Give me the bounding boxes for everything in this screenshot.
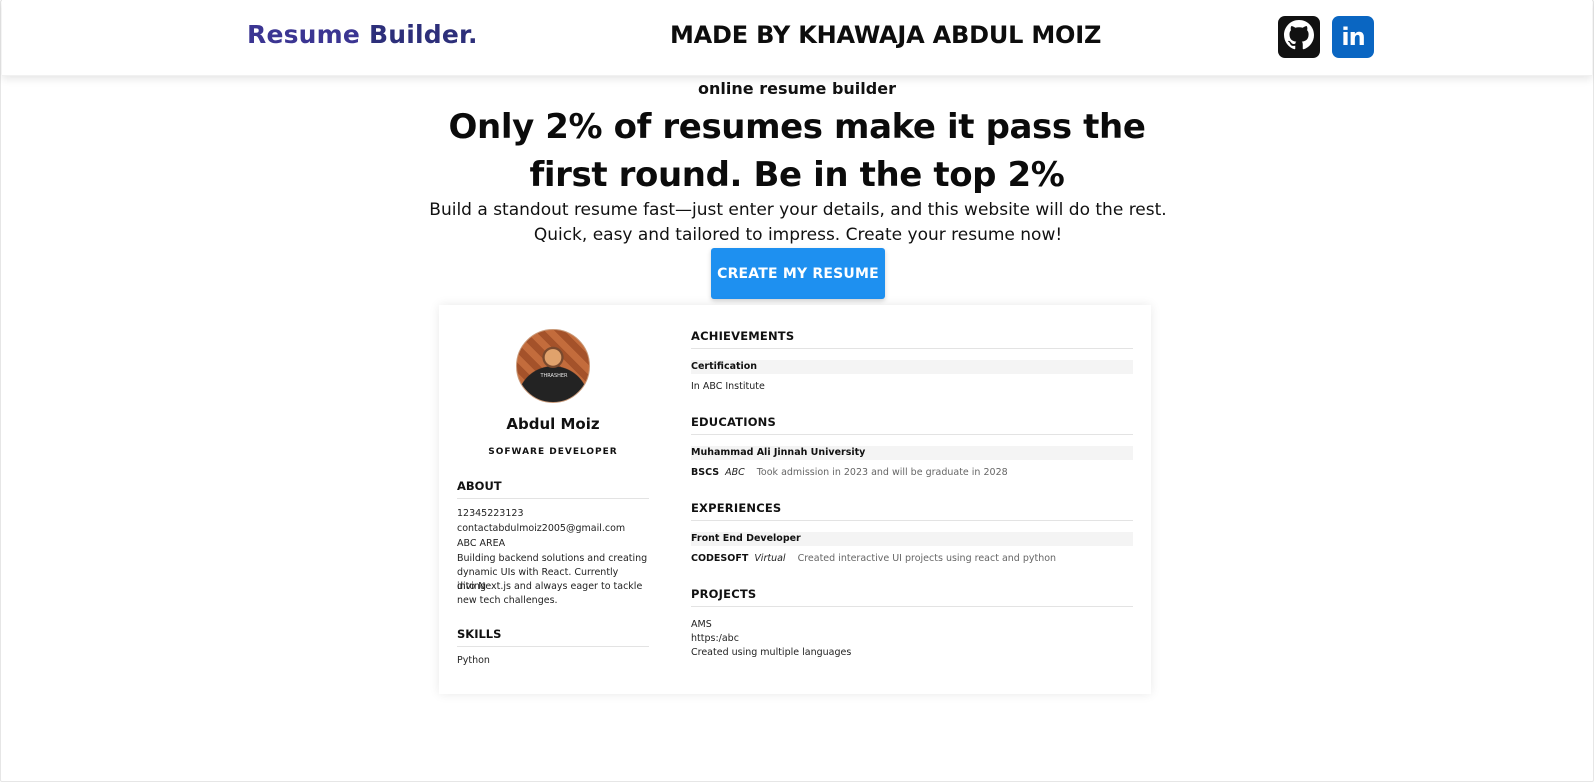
achievement-title: Certification	[691, 360, 1133, 374]
top-navbar: Resume Builder. MADE BY KHAWAJA ABDUL MO…	[2, 0, 1592, 76]
linkedin-icon: in	[1341, 23, 1365, 51]
projects-heading: PROJECTS	[691, 587, 1133, 607]
hero-eyebrow: online resume builder	[698, 79, 896, 98]
achievements-heading: ACHIEVEMENTS	[691, 329, 1133, 349]
project-detail: Created using multiple languages	[691, 647, 852, 658]
experience-role: Front End Developer	[691, 532, 1133, 546]
educations-heading: EDUCATIONS	[691, 415, 1133, 435]
avatar-shirt-text: THRASHER	[540, 373, 568, 379]
logo-word-builder: Builder.	[360, 20, 478, 49]
experience-detail: Created interactive UI projects using re…	[797, 553, 1057, 564]
github-icon	[1284, 20, 1314, 54]
experiences-heading: EXPERIENCES	[691, 501, 1133, 521]
linkedin-icon-text: in	[1341, 23, 1365, 51]
create-resume-button[interactable]: CREATE MY RESUME	[711, 248, 885, 299]
github-link[interactable]	[1278, 16, 1320, 58]
linkedin-link[interactable]: in	[1332, 16, 1374, 58]
resume-name: Abdul Moiz	[506, 415, 600, 433]
experience-row: CODESOFT Virtual Created interactive UI pr…	[691, 552, 1133, 566]
about-bio-line: new tech challenges.	[457, 595, 558, 606]
about-bio-line: Building backend solutions and creating	[457, 553, 648, 564]
avatar: THRASHER	[516, 329, 590, 403]
resume-preview-card: THRASHER Abdul Moiz SOFWARE DEVELOPER AB…	[439, 305, 1151, 694]
made-by-credit: MADE BY KHAWAJA ABDUL MOIZ	[670, 21, 1102, 49]
project-name: AMS	[691, 619, 712, 630]
education-degree: BSCS	[691, 467, 720, 478]
about-phone: 12345223123	[457, 508, 524, 519]
about-email: contactabdulmoiz2005@gmail.com	[457, 523, 626, 534]
education-row: BSCS ABC Took admission in 2023 and will b…	[691, 466, 1133, 480]
hero-subtext: Build a standout resume fast—just enter …	[429, 200, 1167, 245]
skills-heading: SKILLS	[457, 627, 649, 647]
skill-item: Python	[457, 655, 490, 666]
about-heading: ABOUT	[457, 479, 649, 499]
education-detail: Took admission in 2023 and will be gradu…	[756, 467, 1008, 478]
achievement-detail: In ABC Institute	[691, 381, 765, 392]
about-bio-line: into Next.js and always eager to tackle	[457, 581, 643, 592]
logo-word-resume: Resume	[247, 20, 361, 49]
about-address: ABC AREA	[457, 538, 506, 549]
experience-mode: Virtual	[754, 553, 786, 564]
site-logo[interactable]: Resume Builder.	[247, 20, 478, 49]
project-link: https:/abc	[691, 633, 739, 644]
hero-headline: Only 2% of resumes make it pass the firs…	[448, 107, 1146, 195]
resume-role: SOFWARE DEVELOPER	[488, 447, 618, 457]
experience-company: CODESOFT	[691, 553, 749, 564]
education-tag: ABC	[725, 467, 745, 478]
education-school: Muhammad Ali Jinnah University	[691, 446, 1133, 460]
